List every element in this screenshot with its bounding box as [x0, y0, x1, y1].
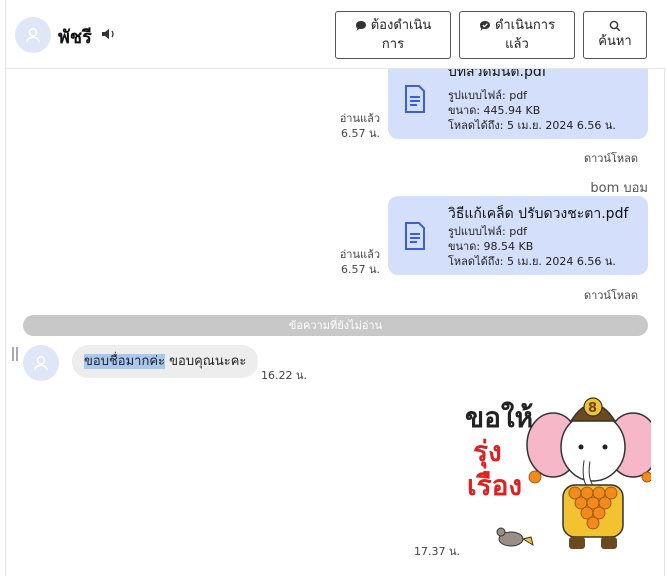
search-button[interactable]: ค้นหา — [583, 11, 647, 59]
contact-name: พัชรี — [58, 27, 92, 48]
sticker-caption-line2: รุ่ง — [473, 435, 502, 469]
selected-text: ขอบชื่อมากค่ะ — [84, 354, 165, 369]
read-label: อ่านแล้ว — [339, 248, 380, 261]
read-receipt: อ่านแล้ว 6.57 น. — [320, 247, 380, 277]
check-bubble-icon — [479, 20, 490, 31]
speaker-icon[interactable] — [101, 27, 117, 41]
resize-handle[interactable] — [12, 347, 18, 361]
sender-name: bom บอม — [590, 181, 648, 196]
download-link[interactable]: ดาวน์โหลด — [584, 286, 638, 304]
document-icon — [405, 85, 425, 113]
message-list[interactable]: บทสวดมนต์.pdf รูปแบบไฟล์: pdf ขนาด: 445.… — [6, 69, 666, 576]
message-time: 17.37 น. — [414, 545, 461, 558]
sticker-badge: 8 — [588, 401, 597, 416]
chat-window: พัชรี ต้องดำเนิน การ ดำเนินการ แล้ว ค้นห… — [5, 0, 666, 576]
message-time: 6.57 น. — [340, 127, 380, 140]
file-message[interactable]: วิธีแก้เคล็ด ปรับดวงชะตา.pdf รูปแบบไฟล์:… — [388, 196, 648, 275]
file-size: ขนาด: 98.54 KB — [448, 240, 534, 253]
incoming-message[interactable]: ขอบชื่อมากค่ะ ขอบคุณนะคะ — [72, 345, 259, 378]
file-expiry: โหลดได้ถึง: 5 เม.ย. 2024 6.56 น. — [448, 255, 616, 268]
sticker-caption-line1: ขอให้ — [465, 401, 533, 434]
search-icon — [609, 20, 621, 31]
contact-avatar[interactable] — [15, 17, 51, 53]
done-label-line2: แล้ว — [505, 37, 529, 52]
file-message[interactable]: บทสวดมนต์.pdf รูปแบบไฟล์: pdf ขนาด: 445.… — [388, 69, 648, 139]
document-icon — [405, 222, 425, 250]
sticker-message[interactable]: ขอให้ รุ่ง เรือง 8 — [451, 389, 660, 554]
file-name[interactable]: บทสวดมนต์.pdf — [448, 69, 547, 83]
pending-label-line2: การ — [381, 37, 405, 52]
download-link[interactable]: ดาวน์โหลด — [584, 149, 638, 167]
file-type: รูปแบบไฟล์: pdf — [448, 89, 528, 102]
chat-header: พัชรี ต้องดำเนิน การ ดำเนินการ แล้ว ค้นห… — [6, 0, 666, 69]
pending-label-line1: ต้องดำเนิน — [370, 18, 432, 33]
message-text: ขอบคุณนะคะ — [165, 354, 247, 369]
search-label: ค้นหา — [598, 33, 632, 49]
read-receipt: อ่านแล้ว 6.57 น. — [320, 111, 380, 141]
sticker-image: ขอให้ รุ่ง เรือง 8 — [465, 397, 660, 549]
chat-bubble-icon — [355, 20, 366, 31]
file-type: รูปแบบไฟล์: pdf — [448, 225, 528, 238]
message-time: 6.57 น. — [340, 263, 380, 276]
user-icon — [26, 27, 40, 43]
done-label-line1: ดำเนินการ — [494, 18, 556, 33]
read-label: อ่านแล้ว — [339, 112, 380, 125]
done-button[interactable]: ดำเนินการ แล้ว — [459, 11, 575, 59]
sender-avatar[interactable] — [23, 345, 59, 381]
file-size: ขนาด: 445.94 KB — [448, 104, 541, 117]
user-icon — [34, 355, 48, 371]
sticker-caption-line3: เรือง — [467, 469, 522, 502]
file-expiry: โหลดได้ถึง: 5 เม.ย. 2024 6.56 น. — [448, 119, 616, 132]
pending-button[interactable]: ต้องดำเนิน การ — [335, 11, 451, 59]
unread-divider: ข้อความที่ยังไม่อ่าน — [23, 315, 648, 336]
file-name[interactable]: วิธีแก้เคล็ด ปรับดวงชะตา.pdf — [448, 203, 628, 225]
message-time: 16.22 น. — [261, 369, 308, 382]
